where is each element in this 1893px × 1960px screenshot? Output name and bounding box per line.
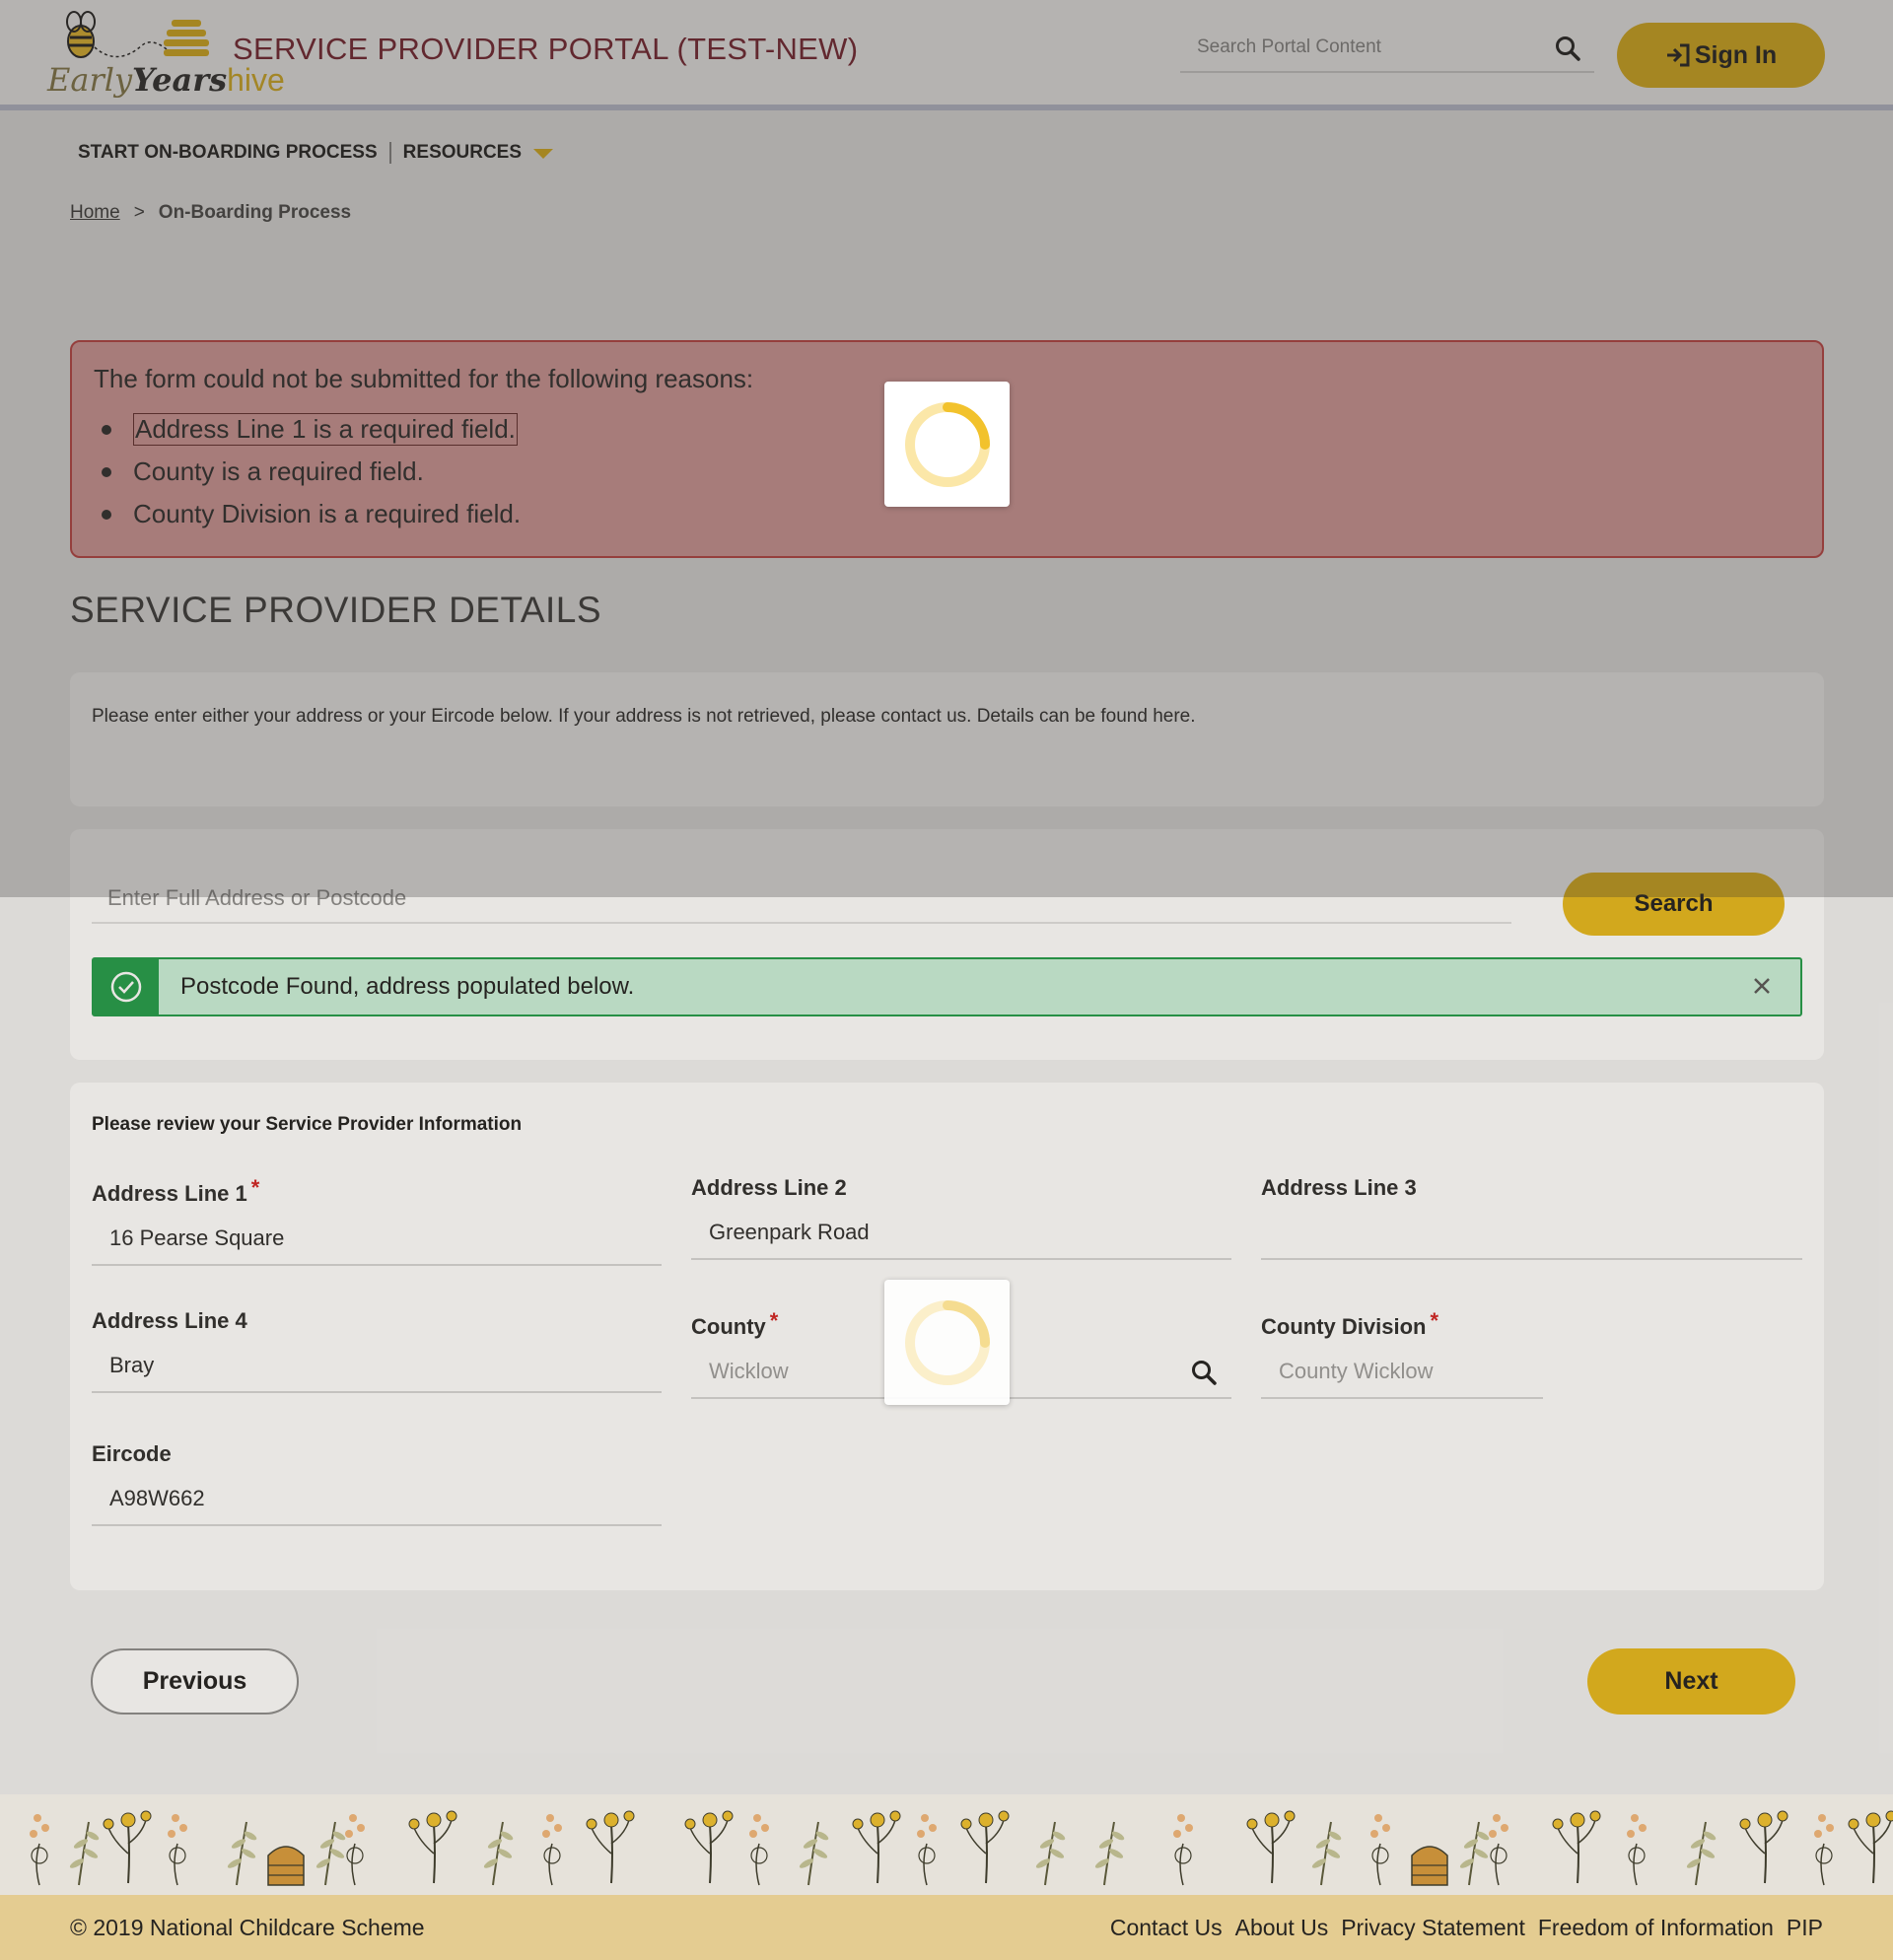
loading-overlay-bottom xyxy=(0,897,1893,1960)
spinner-icon xyxy=(904,401,990,487)
loading-spinner xyxy=(884,1280,1010,1405)
loading-spinner xyxy=(884,382,1010,507)
spinner-icon xyxy=(904,1299,990,1385)
